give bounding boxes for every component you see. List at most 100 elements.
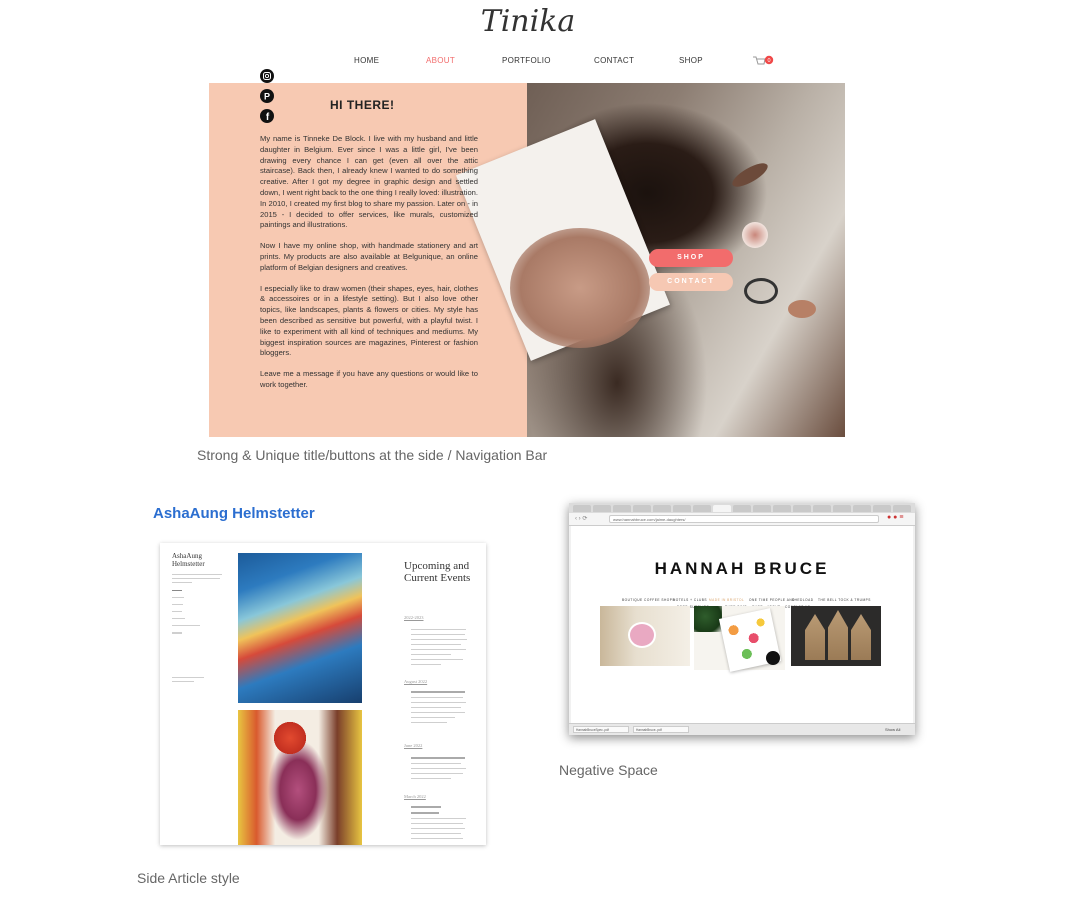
nav-home[interactable]: HOME: [354, 56, 379, 65]
browser-tab[interactable]: [613, 505, 631, 512]
asha-title: AshaAung Helmstetter: [153, 505, 315, 522]
browser-tab[interactable]: [793, 505, 811, 512]
coffee-cup: [766, 651, 780, 665]
shop-button[interactable]: SHOP: [649, 249, 733, 267]
hannah-title[interactable]: HANNAH BRUCE: [571, 559, 913, 579]
browser-tab[interactable]: [873, 505, 891, 512]
cart-icon[interactable]: 0: [752, 54, 774, 68]
sidebar-text-line: [172, 582, 192, 583]
events-heading: Upcoming and Current Events: [404, 560, 471, 584]
event-text: [411, 823, 463, 824]
hannah-nav-item[interactable]: ONE TIME PEOPLE AND: [749, 598, 795, 602]
sidebar-social-icons[interactable]: [172, 632, 182, 634]
plant: [694, 606, 722, 632]
caption-asha: Side Article style: [137, 870, 240, 886]
sketch-bracelet: [744, 278, 778, 304]
event-text: [411, 722, 447, 723]
browser-tab[interactable]: [693, 505, 711, 512]
event-text: [411, 833, 461, 834]
browser-tab[interactable]: [573, 505, 591, 512]
painting-image: [238, 553, 362, 703]
sidebar-text-line: [172, 578, 220, 579]
event-text: [411, 828, 465, 829]
bio-paragraph: Leave me a message if you have any quest…: [260, 369, 478, 389]
event-text: [411, 838, 463, 839]
sidebar-text-line: [172, 574, 222, 575]
event-date[interactable]: June 2022: [404, 743, 422, 748]
browser-tab[interactable]: [593, 505, 611, 512]
event-text: [411, 697, 463, 698]
event-text: [411, 691, 465, 693]
browser-tab[interactable]: [653, 505, 671, 512]
hannah-nav-item[interactable]: BOUTIQUE COFFEE SHOPS: [622, 598, 675, 602]
browser-tab-active[interactable]: [713, 505, 731, 512]
sidebar-menu-item[interactable]: [172, 618, 185, 619]
event-text: [411, 649, 466, 650]
hannah-nav-item-active[interactable]: MADE IN BRISTOL: [709, 598, 744, 602]
browser-tab[interactable]: [753, 505, 771, 512]
pinterest-icon[interactable]: P: [260, 89, 274, 103]
back-forward-icons[interactable]: ‹ › ⟳: [575, 515, 587, 522]
browser-tab[interactable]: [673, 505, 691, 512]
asha-site-name[interactable]: AshaAung Helmstetter: [172, 552, 232, 568]
artist-photo: [238, 710, 362, 845]
browser-tab[interactable]: [813, 505, 831, 512]
sketch-face: [742, 222, 768, 248]
sidebar-menu-item[interactable]: [172, 604, 183, 605]
bio-paragraph: I especially like to draw women (their s…: [260, 283, 478, 358]
sidebar-menu-item[interactable]: [172, 625, 200, 626]
caption-hannah: Negative Space: [559, 762, 658, 778]
sketch-shoe: [788, 300, 816, 318]
address-bar[interactable]: www.hannahbruce.com/jaime-daughters/: [609, 515, 879, 523]
browser-tab[interactable]: [833, 505, 851, 512]
event-text: [411, 629, 466, 630]
downloads-bar: HannahBruceSpec..pdf HannahBruce..pdf Sh…: [569, 723, 915, 735]
event-text: [411, 712, 465, 713]
about-heading: HI THERE!: [330, 98, 395, 112]
event-text: [411, 757, 465, 759]
event-text: [411, 659, 463, 660]
hannah-bruce-screenshot[interactable]: ‹ › ⟳ www.hannahbruce.com/jaime-daughter…: [569, 503, 915, 735]
asha-screenshot[interactable]: AshaAung Helmstetter Upcoming and Curren…: [160, 543, 486, 845]
tinika-logo-text: Tinika: [481, 4, 576, 39]
download-item[interactable]: HannahBruce..pdf: [633, 726, 689, 733]
event-date[interactable]: 2022-2023: [404, 615, 424, 620]
bio-paragraph: My name is Tinneke De Block. I live with…: [260, 134, 478, 230]
facebook-icon[interactable]: f: [260, 109, 274, 123]
contact-button[interactable]: CONTACT: [649, 273, 733, 291]
nav-about[interactable]: ABOUT: [426, 56, 455, 65]
event-text: [411, 768, 466, 769]
event-text: [411, 818, 466, 819]
svg-text:P: P: [264, 92, 270, 102]
event-text: [411, 806, 441, 808]
event-date[interactable]: March 2022: [404, 794, 426, 799]
tinika-logo[interactable]: Tinika: [438, 0, 618, 44]
event-text: [411, 654, 451, 655]
sidebar-menu-item[interactable]: [172, 590, 182, 591]
extension-icons[interactable]: ● ● ≡: [887, 514, 903, 521]
browser-tab[interactable]: [733, 505, 751, 512]
instagram-icon[interactable]: [260, 69, 274, 83]
browser-toolbar: ‹ › ⟳ www.hannahbruce.com/jaime-daughter…: [569, 513, 915, 526]
browser-tab[interactable]: [893, 505, 911, 512]
sidebar-menu-item[interactable]: [172, 597, 184, 598]
caption-tinika: Strong & Unique title/buttons at the sid…: [197, 447, 548, 463]
hannah-nav-item[interactable]: THE BELL TOCK & TRUMPS: [818, 598, 871, 602]
bio-paragraph: Now I have my online shop, with handmade…: [260, 241, 478, 272]
nav-portfolio[interactable]: PORTFOLIO: [502, 56, 551, 65]
hannah-nav-item[interactable]: HOTELS + CLUBS: [673, 598, 707, 602]
hannah-nav-item[interactable]: SHEDLOAD: [792, 598, 814, 602]
download-item[interactable]: HannahBruceSpec..pdf: [573, 726, 629, 733]
event-text: [411, 639, 467, 640]
nav-contact[interactable]: CONTACT: [594, 56, 634, 65]
browser-tab-bar[interactable]: [569, 503, 915, 513]
event-text: [411, 707, 461, 708]
browser-tab[interactable]: [633, 505, 651, 512]
browser-tab[interactable]: [773, 505, 791, 512]
event-text: [411, 664, 441, 665]
event-date[interactable]: August 2022: [404, 679, 427, 684]
sidebar-menu-item[interactable]: [172, 611, 182, 612]
nav-shop[interactable]: SHOP: [679, 56, 703, 65]
browser-tab[interactable]: [853, 505, 871, 512]
show-all-downloads[interactable]: Show All: [885, 727, 900, 732]
